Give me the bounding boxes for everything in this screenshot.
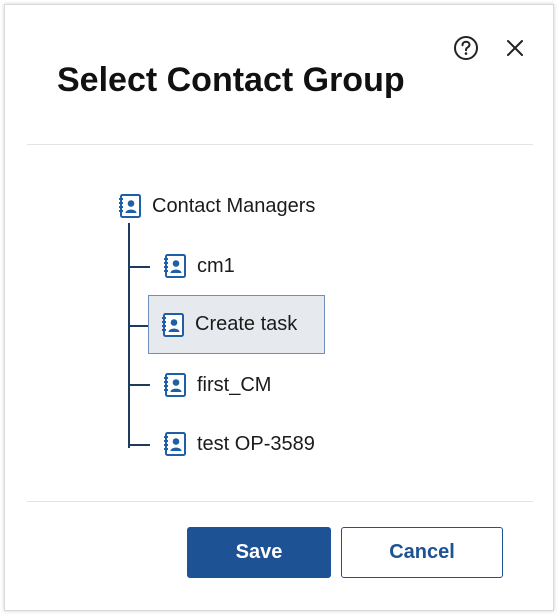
tree-node-first-cm[interactable]: first_CM (153, 366, 271, 404)
tree-connector-vertical (128, 223, 130, 448)
tree-connector-branch (128, 266, 150, 268)
contact-book-icon (164, 373, 186, 397)
tree-node-label: Contact Managers (152, 194, 316, 217)
tree-node-test-op-3589[interactable]: test OP-3589 (153, 425, 315, 463)
tree-node-label: test OP-3589 (197, 432, 315, 455)
header-divider (27, 144, 533, 145)
footer-divider (27, 501, 533, 502)
tree-node-cm1[interactable]: cm1 (153, 247, 235, 285)
tree-connector-branch (128, 325, 150, 327)
dialog-title: Select Contact Group (57, 61, 405, 99)
close-button[interactable] (503, 36, 527, 60)
tree-node-label: Create task (195, 313, 298, 335)
help-button[interactable] (453, 35, 479, 61)
tree-node-label: cm1 (197, 254, 235, 277)
tree-connector-branch (128, 384, 150, 386)
save-button[interactable]: Save (187, 527, 331, 578)
tree-node-label: first_CM (197, 373, 272, 396)
question-circle-icon (454, 36, 478, 60)
tree-node-create-task[interactable]: Create task (148, 295, 325, 354)
tree-node-contact-managers[interactable]: Contact Managers (116, 187, 315, 225)
tree-connector-branch (128, 444, 150, 446)
select-contact-group-dialog: Select Contact Group Contact Managers cm… (4, 4, 554, 611)
contact-book-icon (162, 312, 184, 337)
cancel-button[interactable]: Cancel (341, 527, 503, 578)
contact-book-icon (164, 432, 186, 456)
contact-book-icon (164, 254, 186, 278)
contact-book-icon (119, 194, 141, 218)
close-icon (507, 40, 523, 56)
